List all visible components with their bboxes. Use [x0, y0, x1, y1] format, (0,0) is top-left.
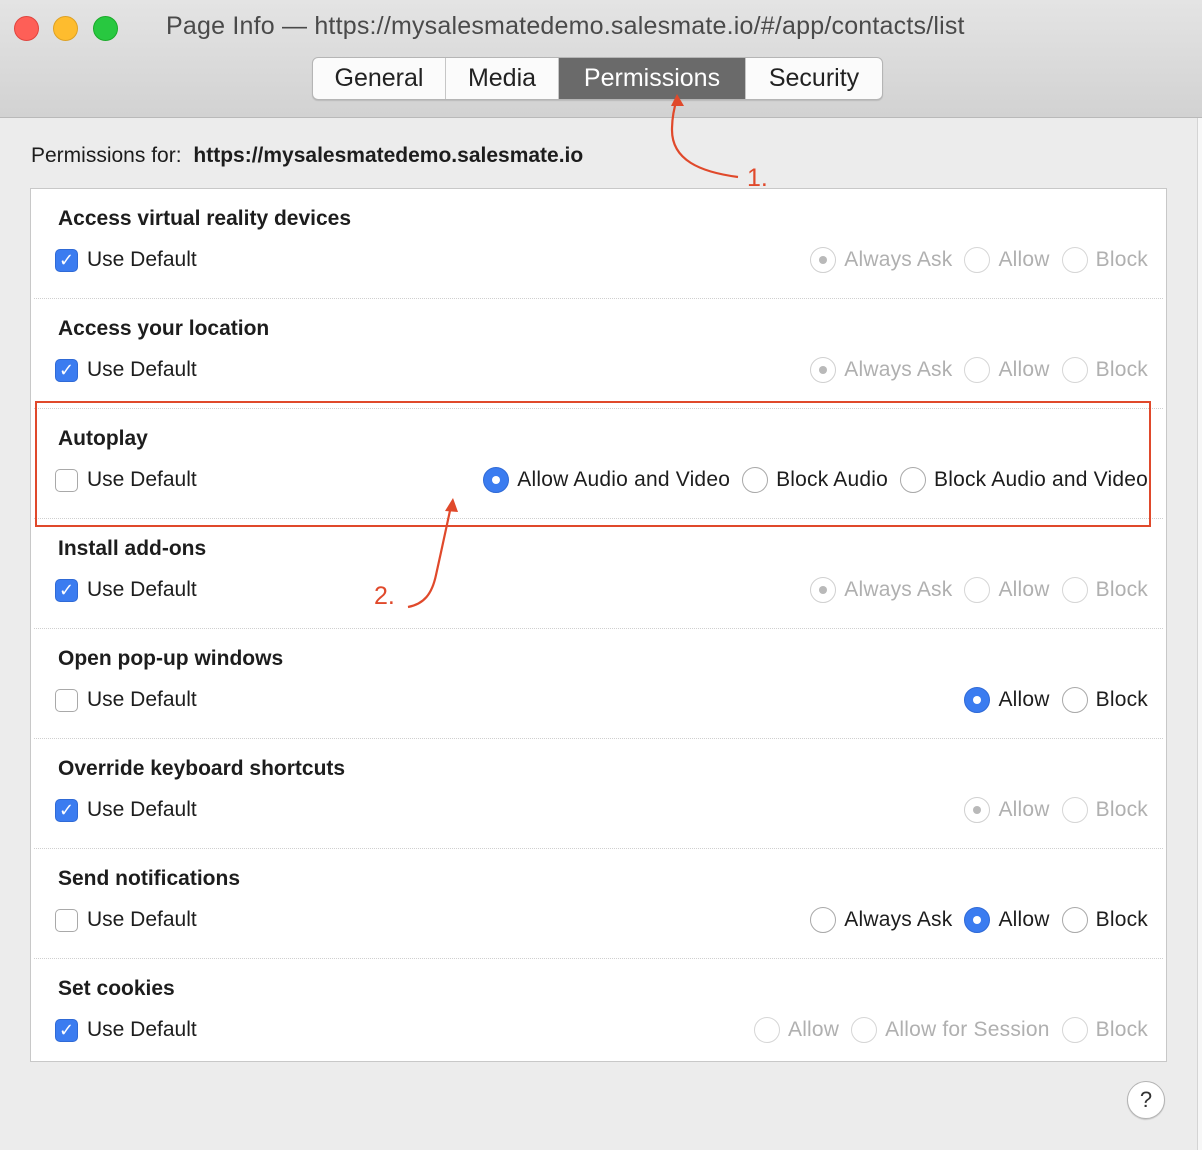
- background-window-edge: [1197, 118, 1202, 1150]
- help-button[interactable]: ?: [1127, 1081, 1165, 1119]
- annotation-arrows: [407, 94, 739, 609]
- annotation-step-2: 2.: [374, 582, 395, 610]
- annotation-step-1: 1.: [747, 164, 768, 192]
